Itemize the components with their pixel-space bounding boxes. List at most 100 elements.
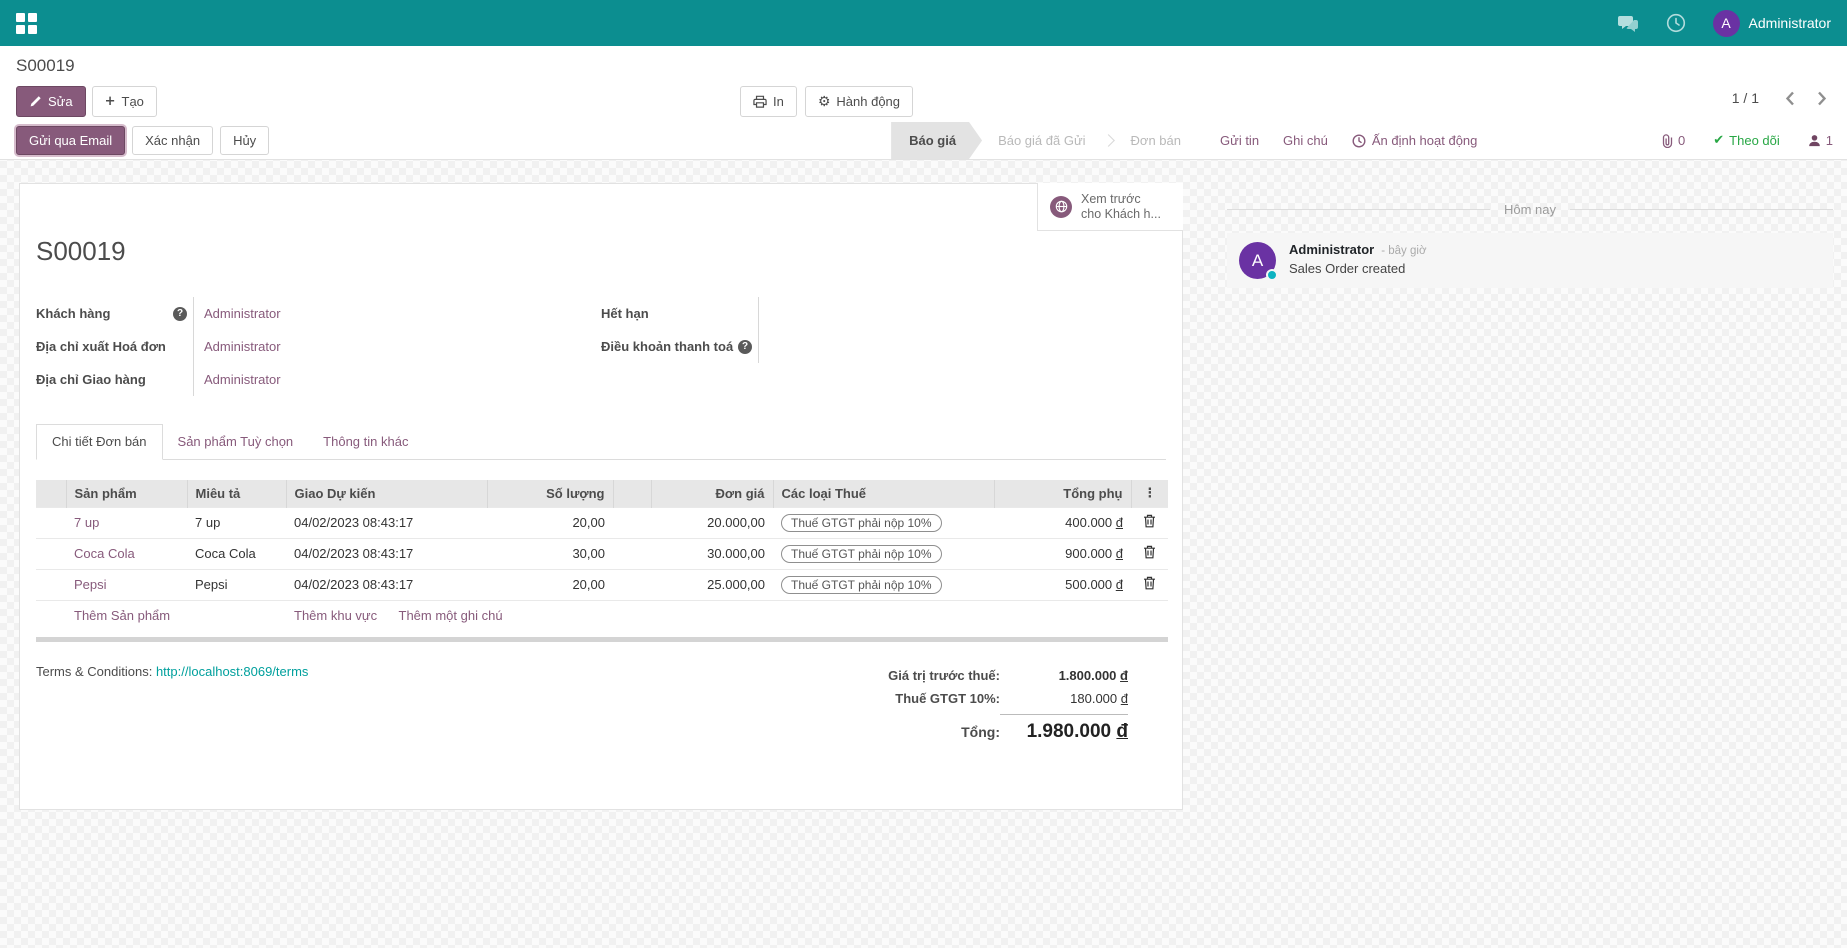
status-pipeline: Báo giá Báo giá đã Gửi Đơn bán bbox=[891, 122, 1197, 159]
untaxed-amount-label: Giá trị trước thuế: bbox=[888, 668, 1000, 683]
edit-button[interactable]: Sửa bbox=[16, 86, 86, 117]
table-resize-bar[interactable] bbox=[36, 637, 1168, 642]
breadcrumb[interactable]: S00019 bbox=[16, 56, 75, 75]
pager-value: 1 / 1 bbox=[1732, 90, 1759, 106]
send-by-email-button[interactable]: Gửi qua Email bbox=[16, 126, 125, 155]
pager-previous-icon[interactable] bbox=[1785, 91, 1795, 106]
create-button[interactable]: + Tạo bbox=[92, 86, 157, 117]
col-unit-price[interactable]: Đơn giá bbox=[651, 480, 773, 507]
message-author[interactable]: Administrator bbox=[1289, 242, 1374, 257]
odoo-sale-order-form: A Administrator S00019 Sửa + Tạo In bbox=[0, 0, 1847, 948]
log-note-button[interactable]: Ghi chú bbox=[1283, 133, 1328, 148]
invoice-address-label: Địa chỉ xuất Hoá đơn bbox=[36, 330, 194, 363]
control-panel: S00019 Sửa + Tạo In ⚙ Hành động bbox=[0, 46, 1847, 160]
apps-menu-icon[interactable] bbox=[16, 13, 37, 34]
chevron-right-icon bbox=[1102, 134, 1115, 147]
tax-tag[interactable]: Thuế GTGT phải nộp 10% bbox=[781, 545, 942, 563]
attachments-button[interactable]: 0 bbox=[1661, 133, 1685, 148]
table-header-row: Sản phẩm Miêu tả Giao Dự kiến Số lượng Đ… bbox=[36, 480, 1168, 507]
follow-button[interactable]: ✔ Theo dõi bbox=[1713, 133, 1780, 148]
check-icon: ✔ bbox=[1713, 133, 1724, 148]
statusbar: Gửi qua Email Xác nhận Hủy Báo giá Báo g… bbox=[0, 122, 1847, 160]
col-quantity[interactable]: Số lượng bbox=[487, 480, 613, 507]
send-message-button[interactable]: Gửi tin bbox=[1220, 133, 1259, 148]
order-totals: Giá trị trước thuế: 1.800.000 đ Thuế GTG… bbox=[866, 664, 1128, 747]
add-section-link[interactable]: Thêm khu vực bbox=[294, 608, 377, 623]
followers-button[interactable]: 1 bbox=[1808, 133, 1833, 148]
terms-and-conditions: Terms & Conditions: http://localhost:806… bbox=[36, 664, 308, 747]
col-subtotal[interactable]: Tổng phụ bbox=[994, 480, 1131, 507]
col-product[interactable]: Sản phẩm bbox=[66, 480, 187, 507]
order-title: S00019 bbox=[36, 236, 1182, 267]
delete-row-icon[interactable] bbox=[1131, 538, 1168, 569]
total-label: Tổng: bbox=[961, 724, 1000, 740]
col-scheduled-date[interactable]: Giao Dự kiến bbox=[286, 480, 487, 507]
user-menu[interactable]: A Administrator bbox=[1713, 10, 1831, 37]
pager: 1 / 1 bbox=[1732, 90, 1827, 106]
terms-link[interactable]: http://localhost:8069/terms bbox=[156, 664, 308, 679]
message-timestamp: - bây giờ bbox=[1381, 245, 1426, 257]
confirm-button[interactable]: Xác nhận bbox=[132, 126, 213, 155]
customer-value[interactable]: Administrator bbox=[194, 306, 281, 321]
stage-quotation[interactable]: Báo giá bbox=[891, 122, 982, 159]
chatter-message[interactable]: A Administrator - bây giờ Sales Order cr… bbox=[1227, 233, 1833, 288]
action-button[interactable]: ⚙ Hành động bbox=[805, 86, 913, 117]
row-handle[interactable] bbox=[36, 507, 66, 538]
activities-clock-icon[interactable] bbox=[1665, 12, 1687, 34]
pager-next-icon[interactable] bbox=[1817, 91, 1827, 106]
row-handle[interactable] bbox=[36, 538, 66, 569]
col-description[interactable]: Miêu tả bbox=[187, 480, 286, 507]
gear-icon: ⚙ bbox=[818, 94, 831, 110]
user-avatar: A bbox=[1713, 10, 1740, 37]
customer-preview-button[interactable]: Xem trướccho Khách h... bbox=[1037, 183, 1183, 231]
user-name: Administrator bbox=[1749, 15, 1831, 31]
tax-amount-value: 180.000 đ bbox=[1000, 691, 1128, 706]
notebook-tabs: Chi tiết Đơn bán Sản phẩm Tuỳ chọn Thông… bbox=[36, 424, 1166, 460]
table-row[interactable]: 7 up 7 up 04/02/2023 08:43:17 20,00 20.0… bbox=[36, 507, 1168, 538]
tab-other-info[interactable]: Thông tin khác bbox=[308, 425, 423, 459]
person-icon bbox=[1808, 134, 1821, 147]
top-navbar: A Administrator bbox=[0, 0, 1847, 46]
untaxed-amount-value: 1.800.000 đ bbox=[1000, 668, 1128, 683]
add-note-link[interactable]: Thêm một ghi chú bbox=[399, 608, 503, 623]
row-handle[interactable] bbox=[36, 569, 66, 600]
field-group-right: Hết hạn Điều khoản thanh toá ? bbox=[601, 297, 1166, 396]
delete-row-icon[interactable] bbox=[1131, 507, 1168, 538]
delivery-address-value[interactable]: Administrator bbox=[194, 372, 281, 387]
globe-icon bbox=[1050, 196, 1072, 218]
table-row[interactable]: Pepsi Pepsi 04/02/2023 08:43:17 20,00 25… bbox=[36, 569, 1168, 600]
date-divider: Hôm nay bbox=[1227, 202, 1833, 217]
chatter-thread: Hôm nay A Administrator - bây giờ Sales … bbox=[1213, 172, 1847, 948]
message-avatar: A bbox=[1239, 242, 1276, 279]
col-taxes[interactable]: Các loại Thuế bbox=[773, 480, 994, 507]
tab-order-lines[interactable]: Chi tiết Đơn bán bbox=[36, 424, 163, 460]
payment-terms-label: Điều khoản thanh toá ? bbox=[601, 330, 759, 363]
order-lines-table: Sản phẩm Miêu tả Giao Dự kiến Số lượng Đ… bbox=[36, 480, 1168, 631]
cancel-button[interactable]: Hủy bbox=[220, 126, 269, 155]
add-product-link[interactable]: Thêm Sản phẩm bbox=[74, 608, 170, 623]
field-groups: Khách hàng ? Administrator Địa chỉ xuất … bbox=[36, 297, 1166, 396]
optional-columns-icon[interactable]: ⋮ bbox=[1131, 480, 1168, 507]
online-status-dot bbox=[1266, 269, 1278, 281]
delete-row-icon[interactable] bbox=[1131, 569, 1168, 600]
stage-quotation-sent[interactable]: Báo giá đã Gửi bbox=[982, 122, 1101, 159]
total-value: 1.980.000 đ bbox=[1000, 714, 1128, 743]
help-icon[interactable]: ? bbox=[738, 340, 752, 354]
print-button[interactable]: In bbox=[740, 86, 797, 117]
messages-icon[interactable] bbox=[1617, 12, 1639, 34]
paperclip-icon bbox=[1661, 134, 1673, 148]
schedule-activity-button[interactable]: Ấn định hoạt động bbox=[1352, 133, 1478, 148]
form-sheet: Xem trướccho Khách h... S00019 Khách hàn… bbox=[19, 183, 1183, 810]
tax-tag[interactable]: Thuế GTGT phải nộp 10% bbox=[781, 576, 942, 594]
table-row[interactable]: Coca Cola Coca Cola 04/02/2023 08:43:17 … bbox=[36, 538, 1168, 569]
stage-sales-order[interactable]: Đơn bán bbox=[1115, 122, 1197, 159]
printer-icon bbox=[753, 95, 767, 108]
chatter-toolbar: Gửi tin Ghi chú Ấn định hoạt động 0 ✔ Th… bbox=[1220, 122, 1833, 159]
invoice-address-value[interactable]: Administrator bbox=[194, 339, 281, 354]
help-icon[interactable]: ? bbox=[173, 307, 187, 321]
col-empty bbox=[613, 480, 651, 507]
field-group-left: Khách hàng ? Administrator Địa chỉ xuất … bbox=[36, 297, 601, 396]
tax-tag[interactable]: Thuế GTGT phải nộp 10% bbox=[781, 514, 942, 532]
pencil-icon bbox=[29, 95, 42, 108]
tab-optional-products[interactable]: Sản phẩm Tuỳ chọn bbox=[163, 425, 309, 459]
